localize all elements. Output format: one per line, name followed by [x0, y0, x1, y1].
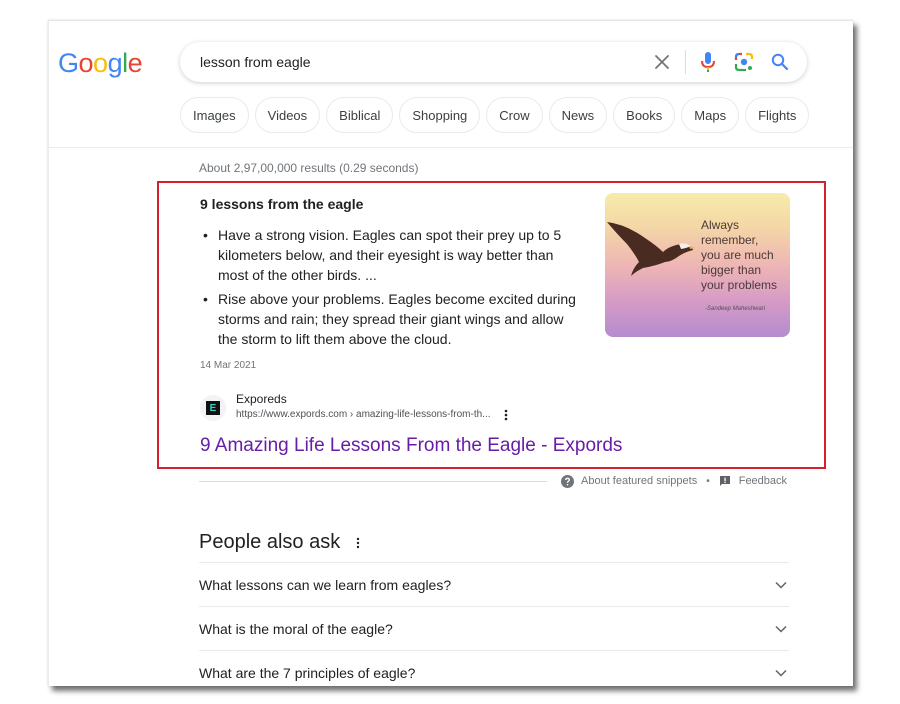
- snippet-footer: About featured snippets • Feedback: [199, 473, 789, 489]
- feedback-label: Feedback: [738, 475, 788, 487]
- snippet-result-link[interactable]: 9 Amazing Life Lessons From the Eagle - …: [200, 435, 622, 457]
- image-quote-author: -Sandeep Maheshwari: [705, 306, 766, 312]
- snippet-thumbnail-image[interactable]: Always remember, you are much bigger tha…: [605, 193, 790, 337]
- chip-crow[interactable]: Crow: [486, 97, 543, 133]
- header-divider: [49, 147, 853, 148]
- chip-news[interactable]: News: [548, 97, 608, 133]
- people-also-ask-options-button[interactable]: [354, 535, 362, 551]
- source-url-row: https://www.expords.com › amazing-life-l…: [236, 407, 511, 422]
- paa-question-text: What are the 7 principles of eagle?: [199, 664, 416, 681]
- result-options-button[interactable]: [501, 408, 511, 422]
- result-stats: About 2,97,00,000 results (0.29 seconds): [199, 161, 419, 175]
- help-icon: [561, 474, 574, 488]
- search-box-actions: [651, 42, 807, 82]
- paa-question[interactable]: What lessons can we learn from eagles?: [199, 562, 789, 606]
- snippet-bullet: Rise above your problems. Eagles become …: [200, 289, 580, 349]
- chip-biblical[interactable]: Biblical: [326, 97, 394, 133]
- paa-question-text: What lessons can we learn from eagles?: [199, 576, 452, 593]
- source-text: Exporeds https://www.expords.com › amazi…: [236, 391, 511, 422]
- image-quote-line: remember,: [701, 233, 759, 247]
- search-filter-chips: Images Videos Biblical Shopping Crow New…: [180, 97, 810, 133]
- image-search-button[interactable]: [733, 51, 755, 73]
- snippet-title: 9 lessons from the eagle: [200, 196, 364, 212]
- snippet-bullet-list: Have a strong vision. Eagles can spot th…: [200, 225, 580, 353]
- google-logo[interactable]: Google: [58, 48, 143, 79]
- chevron-down-icon: [775, 581, 787, 589]
- source-url: https://www.expords.com › amazing-life-l…: [236, 409, 491, 420]
- chip-books[interactable]: Books: [613, 97, 676, 133]
- search-box: [180, 42, 807, 82]
- paa-question[interactable]: What are the 7 principles of eagle?: [199, 650, 789, 686]
- chip-maps[interactable]: Maps: [681, 97, 740, 133]
- image-quote-line: you are much: [701, 248, 774, 262]
- chip-flights[interactable]: Flights: [745, 97, 810, 133]
- footer-separator: •: [706, 475, 710, 487]
- search-button[interactable]: [769, 51, 791, 73]
- chip-videos[interactable]: Videos: [254, 97, 321, 133]
- paa-question[interactable]: What is the moral of the eagle?: [199, 606, 789, 650]
- image-quote-text: Always remember, you are much bigger tha…: [701, 218, 777, 293]
- source-favicon: E: [200, 395, 226, 421]
- search-box-divider: [685, 50, 686, 74]
- browser-window: Google lesson from eagle Images Videos B…: [48, 20, 853, 686]
- snippet-bullet: Have a strong vision. Eagles can spot th…: [200, 225, 580, 285]
- snippet-date: 14 Mar 2021: [200, 360, 257, 371]
- snippet-source[interactable]: E Exporeds https://www.expords.com › ama…: [200, 391, 511, 422]
- chevron-down-icon: [775, 669, 787, 677]
- feedback-link[interactable]: Feedback: [719, 475, 787, 487]
- feedback-icon: [719, 476, 730, 486]
- people-also-ask-title: People also ask: [199, 531, 341, 553]
- people-also-ask-heading: People also ask: [199, 531, 362, 554]
- featured-snippet: 9 lessons from the eagle Have a strong v…: [157, 181, 826, 469]
- logo-letter: o: [93, 48, 108, 78]
- expords-logo-icon: E: [206, 401, 220, 415]
- more-vert-icon: [357, 537, 360, 548]
- about-featured-snippets-label: About featured snippets: [581, 475, 698, 487]
- more-vert-icon: [504, 409, 507, 420]
- footer-divider: [199, 480, 547, 482]
- image-quote-line: your problems: [701, 278, 778, 292]
- eagle-illustration-icon: [607, 222, 695, 276]
- search-input[interactable]: [180, 42, 651, 82]
- paa-question-text: What is the moral of the eagle?: [199, 620, 393, 637]
- clear-search-button[interactable]: [651, 51, 673, 73]
- logo-letter: o: [78, 48, 94, 78]
- logo-letter: g: [107, 48, 123, 78]
- image-quote-line: bigger than: [701, 263, 762, 277]
- about-featured-snippets-link[interactable]: About featured snippets: [561, 474, 698, 488]
- chip-shopping[interactable]: Shopping: [399, 97, 481, 133]
- logo-letter: G: [58, 48, 79, 78]
- chip-images[interactable]: Images: [180, 97, 249, 133]
- chevron-down-icon: [775, 625, 787, 633]
- people-also-ask-list: What lessons can we learn from eagles? W…: [199, 562, 789, 686]
- image-quote-line: Always: [701, 218, 740, 232]
- close-icon: [655, 55, 669, 69]
- google-lens-icon: [734, 52, 754, 72]
- search-icon: [771, 53, 789, 71]
- voice-search-button[interactable]: [697, 51, 719, 73]
- logo-letter: e: [127, 48, 143, 78]
- source-site-name: Exporeds: [236, 392, 287, 406]
- microphone-icon: [701, 52, 715, 72]
